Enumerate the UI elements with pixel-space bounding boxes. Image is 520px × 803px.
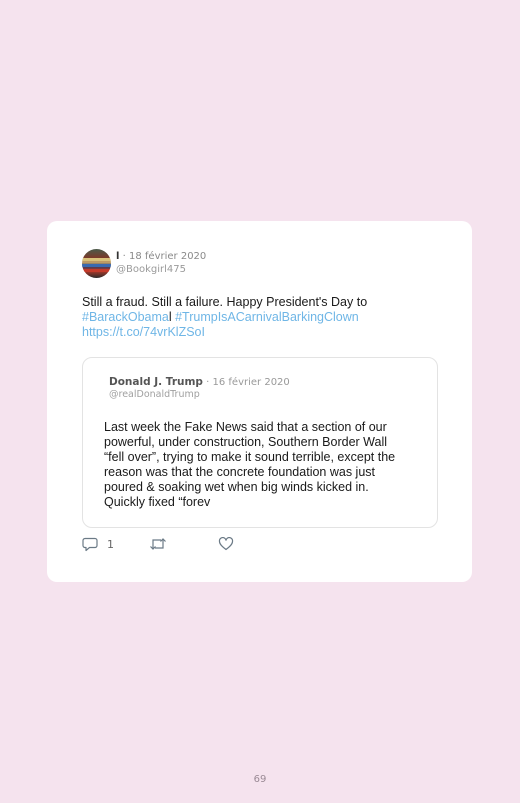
tweet-text-line: Still a fraud. Still a failure. Happy Pr… (82, 295, 368, 309)
quoted-text-line: Last week the Fake News said that a sect… (104, 420, 387, 434)
quoted-tweet-header: Donald J. Trump · 16 février 2020 (109, 376, 290, 388)
quoted-tweet-text: Last week the Fake News said that a sect… (104, 420, 424, 510)
tweet-header: l · 18 février 2020 (116, 251, 206, 262)
quoted-tweet[interactable]: Donald J. Trump · 16 février 2020 @realD… (82, 357, 438, 528)
quoted-author-handle[interactable]: @realDonaldTrump (109, 389, 200, 400)
reply-count: 1 (107, 538, 114, 551)
quoted-tweet-date: 16 février 2020 (212, 377, 290, 388)
header-separator: · (122, 251, 126, 262)
page-number: 69 (253, 774, 267, 785)
reply-icon (82, 537, 98, 552)
url-link[interactable]: https://t.co/74vrKlZSoI (82, 325, 427, 340)
header-separator: · (206, 377, 210, 388)
hashtag-link[interactable]: #BarackObama (82, 310, 169, 324)
author-handle[interactable]: @Bookgirl475 (116, 264, 186, 275)
quoted-text-line: “fell over”, trying to make it sound ter… (104, 450, 396, 464)
tweet-card: l · 18 février 2020 @Bookgirl475 Still a… (47, 221, 472, 582)
quoted-text-line: reason was that the concrete foundation … (104, 465, 375, 479)
tweet-actions: 1 (82, 537, 282, 553)
avatar[interactable] (82, 249, 111, 278)
heart-icon (218, 537, 234, 551)
quoted-author-name[interactable]: Donald J. Trump (109, 376, 203, 388)
author-name[interactable]: l (116, 251, 119, 262)
retweet-icon (149, 537, 167, 551)
reply-button[interactable]: 1 (82, 537, 114, 552)
hashtag-link[interactable]: #TrumpIsACarnivalBarkingClown (175, 310, 359, 324)
quoted-text-line: Quickly fixed “forev (104, 495, 211, 509)
quoted-text-line: powerful, under construction, Southern B… (104, 435, 388, 449)
retweet-button[interactable] (149, 537, 167, 551)
tweet-date[interactable]: 18 février 2020 (129, 251, 206, 262)
tweet-text-line: #BarackObamal #TrumpIsACarnivalBarkingCl… (82, 310, 427, 325)
like-button[interactable] (218, 537, 234, 551)
tweet-text: Still a fraud. Still a failure. Happy Pr… (82, 295, 427, 340)
quoted-text-line: poured & soaking wet when big winds kick… (104, 480, 369, 494)
